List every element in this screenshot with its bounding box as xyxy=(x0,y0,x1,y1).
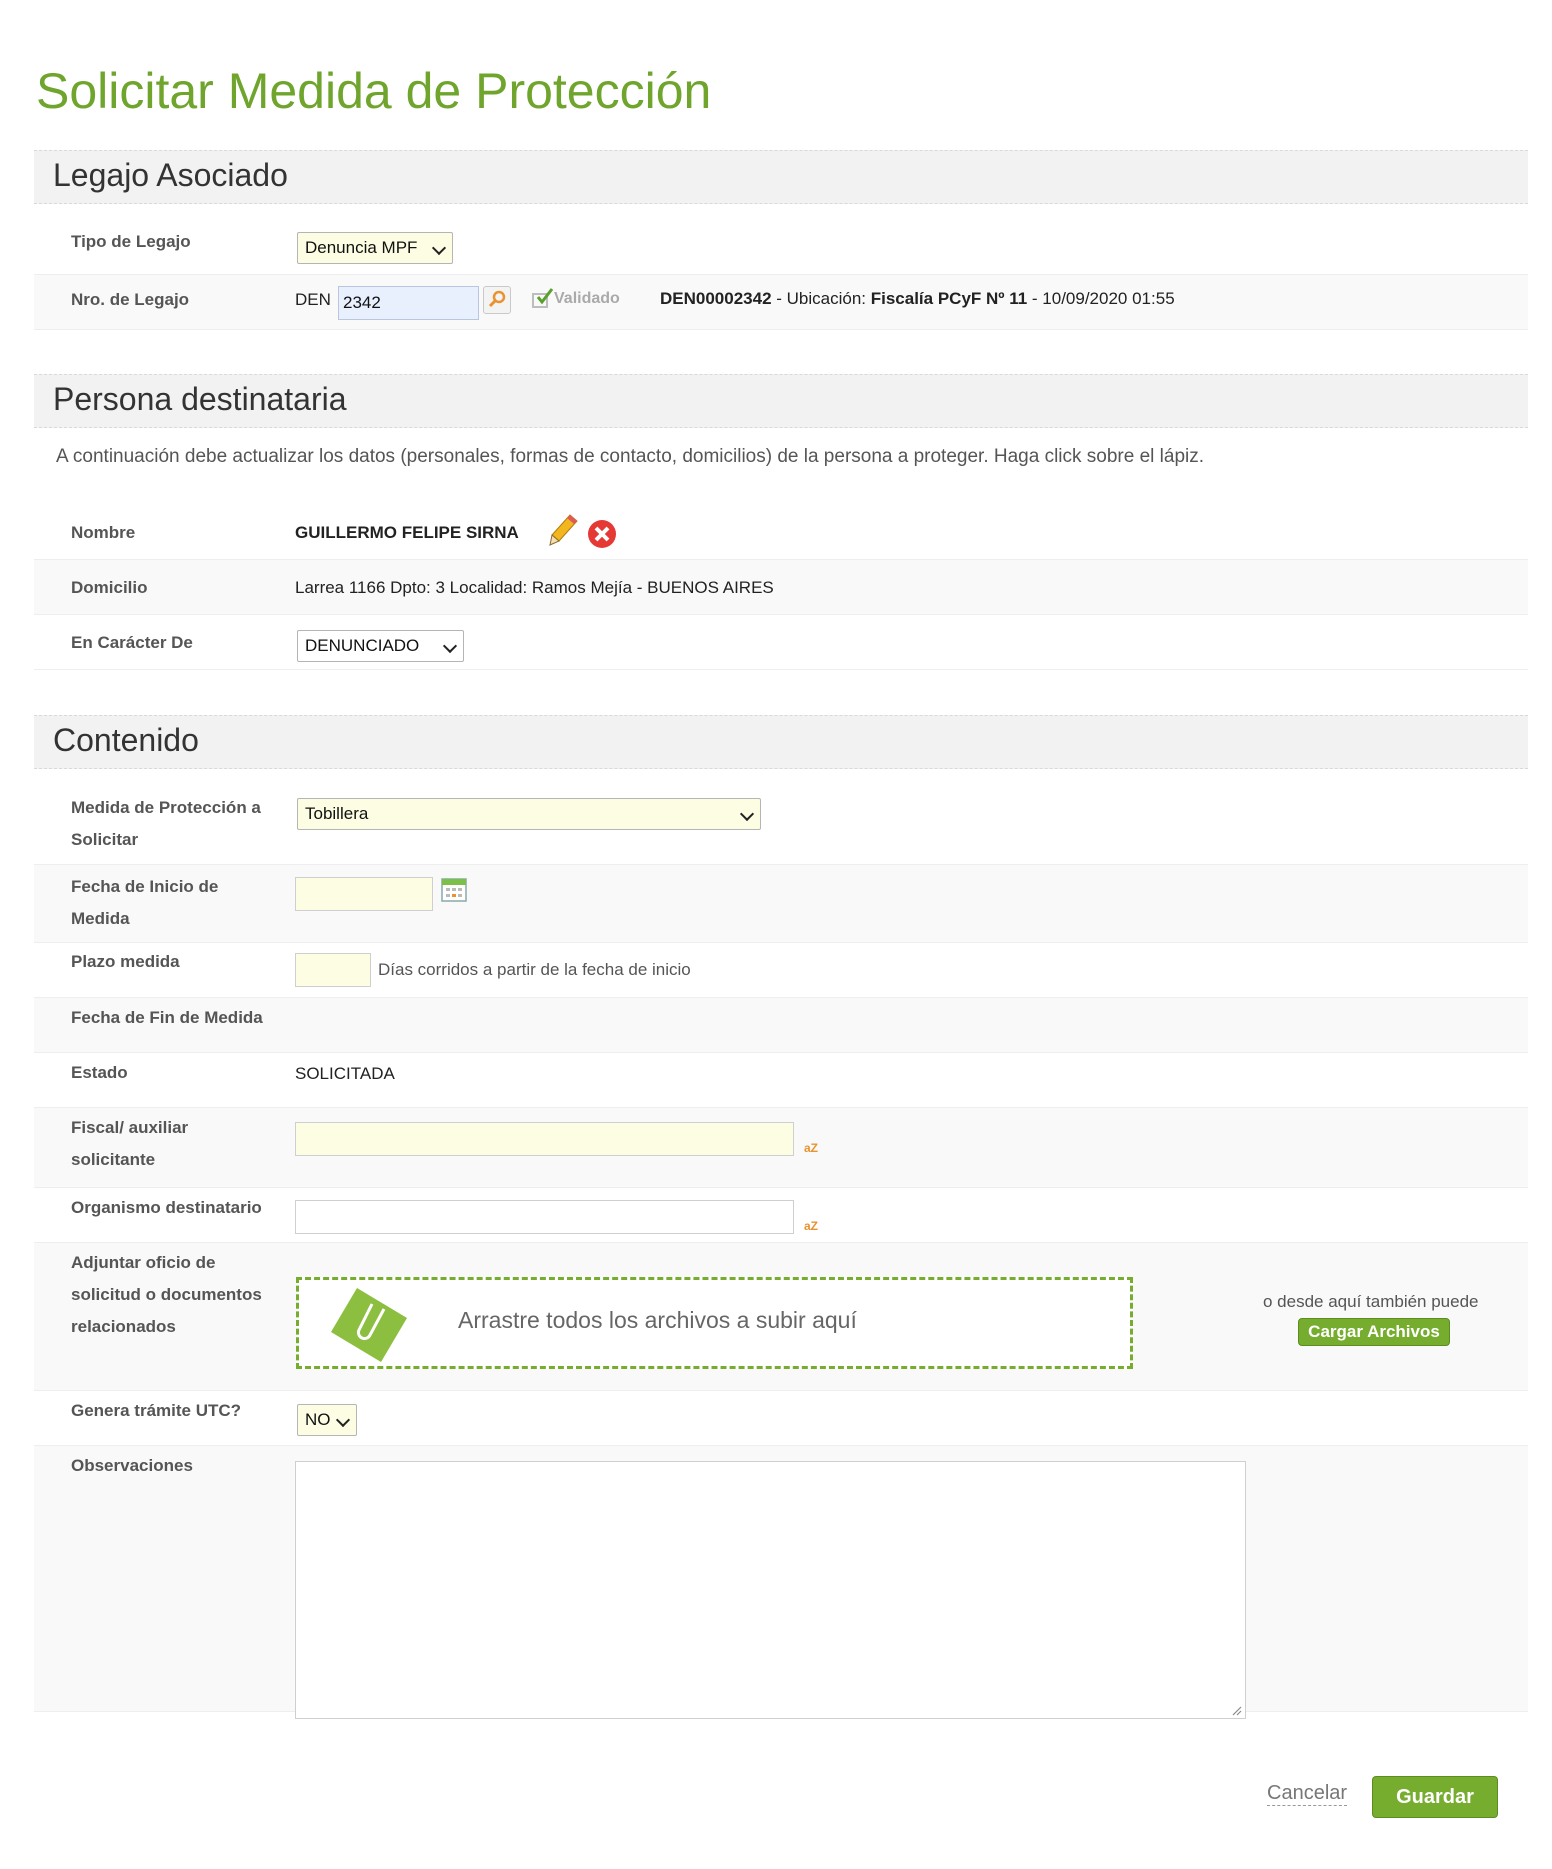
plazo-label: Plazo medida xyxy=(71,952,180,971)
fiscal-input[interactable] xyxy=(295,1122,794,1156)
nombre-label: Nombre xyxy=(71,523,136,542)
save-button[interactable]: Guardar xyxy=(1372,1776,1498,1818)
fiscal-label: Fiscal/ auxiliar solicitante xyxy=(71,1112,188,1176)
row-tipo-legajo: Tipo de Legajo Denuncia MPF xyxy=(34,205,1528,275)
legajo-info-ubicacion: Fiscalía PCyF Nº 11 xyxy=(870,289,1028,308)
adjuntar-label-line1: Adjuntar oficio de xyxy=(71,1253,216,1272)
autocomplete-az-icon: aZ xyxy=(804,1219,819,1233)
tipo-legajo-label: Tipo de Legajo xyxy=(71,232,191,251)
adjuntar-label-line2: solicitud o documentos xyxy=(71,1285,262,1304)
legajo-info-date: 10/09/2020 01:55 xyxy=(1042,289,1175,308)
domicilio-value: Larrea 1166 Dpto: 3 Localidad: Ramos Mej… xyxy=(295,578,774,597)
cargar-archivos-button[interactable]: Cargar Archivos xyxy=(1298,1318,1450,1346)
row-fecha-fin: Fecha de Fin de Medida xyxy=(34,998,1528,1053)
edit-pencil-icon[interactable] xyxy=(548,513,580,552)
chevron-down-icon xyxy=(335,1412,351,1428)
caracter-select[interactable]: DENUNCIADO xyxy=(297,630,464,662)
row-medida: Medida de Protección a Solicitar Tobiller… xyxy=(34,785,1528,865)
row-nro-legajo: Nro. de Legajo DEN 2342 Validado DEN0000… xyxy=(34,275,1528,330)
domicilio-label: Domicilio xyxy=(71,578,148,597)
cancel-link[interactable]: Cancelar xyxy=(1267,1782,1348,1806)
tipo-legajo-value: Denuncia MPF xyxy=(305,238,418,257)
caracter-value: DENUNCIADO xyxy=(305,636,420,655)
fiscal-label-line1: Fiscal/ auxiliar xyxy=(71,1118,189,1137)
organismo-input[interactable] xyxy=(295,1200,794,1234)
medida-select[interactable]: Tobillera xyxy=(297,798,761,830)
chevron-down-icon xyxy=(431,240,447,256)
paperclip-icon xyxy=(329,1284,411,1371)
adjuntar-label-line3: relacionados xyxy=(71,1317,176,1336)
fecha-inicio-input[interactable] xyxy=(295,877,433,911)
nro-legajo-input[interactable]: 2342 xyxy=(338,286,479,320)
tipo-legajo-select[interactable]: Denuncia MPF xyxy=(297,232,453,264)
row-nombre: Nombre GUILLERMO FELIPE SIRNA xyxy=(34,505,1528,560)
caracter-label: En Carácter De xyxy=(71,633,193,652)
row-estado: Estado SOLICITADA xyxy=(34,1053,1528,1108)
validado-label: Validado xyxy=(554,290,620,307)
row-adjuntar: Adjuntar oficio de solicitud o documentos… xyxy=(34,1243,1528,1391)
dropzone-text: Arrastre todos los archivos a subir aquí xyxy=(458,1307,857,1333)
resize-handle-icon[interactable] xyxy=(1230,1703,1242,1716)
validado-icon xyxy=(531,286,554,310)
medida-label-line1: Medida de Protección a xyxy=(71,798,261,817)
organismo-label: Organismo destinatario xyxy=(71,1198,262,1217)
legajo-info-code: DEN00002342 xyxy=(660,289,772,308)
page: Solicitar Medida de Protección Legajo As… xyxy=(0,0,1552,1869)
section-legajo-title: Legajo Asociado xyxy=(53,157,288,193)
nro-legajo-prefix: DEN xyxy=(295,290,331,309)
persona-instructions: A continuación debe actualizar los datos… xyxy=(56,446,1205,467)
nombre-value: GUILLERMO FELIPE SIRNA xyxy=(295,523,519,542)
row-fiscal: Fiscal/ auxiliar solicitante aZ xyxy=(34,1108,1528,1188)
estado-value: SOLICITADA xyxy=(295,1064,395,1083)
observaciones-label: Observaciones xyxy=(71,1456,193,1475)
observaciones-textarea[interactable] xyxy=(295,1461,1246,1719)
chevron-down-icon xyxy=(739,806,755,822)
row-fecha-inicio: Fecha de Inicio de Medida xyxy=(34,865,1528,943)
utc-select[interactable]: NO xyxy=(297,1404,357,1436)
search-icon xyxy=(488,290,506,308)
row-domicilio: Domicilio Larrea 1166 Dpto: 3 Localidad:… xyxy=(34,560,1528,615)
plazo-input[interactable] xyxy=(295,953,371,987)
chevron-down-icon xyxy=(442,638,458,654)
fecha-fin-label: Fecha de Fin de Medida xyxy=(71,1008,263,1027)
file-dropzone[interactable]: Arrastre todos los archivos a subir aquí xyxy=(296,1277,1133,1369)
row-utc: Genera trámite UTC? NO xyxy=(34,1391,1528,1446)
section-contenido-title: Contenido xyxy=(53,722,199,758)
fiscal-label-line2: solicitante xyxy=(71,1150,156,1169)
calendar-icon[interactable] xyxy=(440,875,468,908)
row-caracter: En Carácter De DENUNCIADO xyxy=(34,615,1528,670)
row-plazo: Plazo medida Días corridos a partir de l… xyxy=(34,943,1528,998)
medida-label: Medida de Protección a Solicitar xyxy=(71,792,261,856)
legajo-info: DEN00002342 - Ubicación: Fiscalía PCyF N… xyxy=(660,289,1175,309)
plazo-hint: Días corridos a partir de la fecha de in… xyxy=(378,960,691,979)
section-contenido-header: Contenido xyxy=(34,715,1528,769)
legajo-info-sep2: - xyxy=(1027,289,1043,308)
medida-label-line2: Solicitar xyxy=(71,830,139,849)
fecha-inicio-label: Fecha de Inicio de Medida xyxy=(71,871,218,935)
upload-hint: o desde aquí también puede xyxy=(1263,1292,1479,1311)
page-title: Solicitar Medida de Protección xyxy=(36,63,712,119)
nro-legajo-label: Nro. de Legajo xyxy=(71,290,190,309)
utc-label: Genera trámite UTC? xyxy=(71,1401,242,1420)
section-legajo-header: Legajo Asociado xyxy=(34,150,1528,204)
medida-value: Tobillera xyxy=(305,804,369,823)
fecha-inicio-label-line2: Medida xyxy=(71,909,130,928)
fecha-inicio-label-line1: Fecha de Inicio de xyxy=(71,877,219,896)
remove-icon[interactable] xyxy=(587,519,617,554)
search-button[interactable] xyxy=(483,286,511,314)
legajo-info-sep1: - Ubicación: xyxy=(771,289,871,308)
utc-value: NO xyxy=(305,1410,331,1429)
section-persona-title: Persona destinataria xyxy=(53,381,347,417)
autocomplete-az-icon: aZ xyxy=(804,1141,819,1155)
section-persona-header: Persona destinataria xyxy=(34,374,1528,428)
row-observaciones: Observaciones xyxy=(34,1446,1528,1719)
row-organismo: Organismo destinatario aZ xyxy=(34,1188,1528,1243)
estado-label: Estado xyxy=(71,1063,128,1082)
adjuntar-label: Adjuntar oficio de solicitud o documentos… xyxy=(71,1247,262,1343)
